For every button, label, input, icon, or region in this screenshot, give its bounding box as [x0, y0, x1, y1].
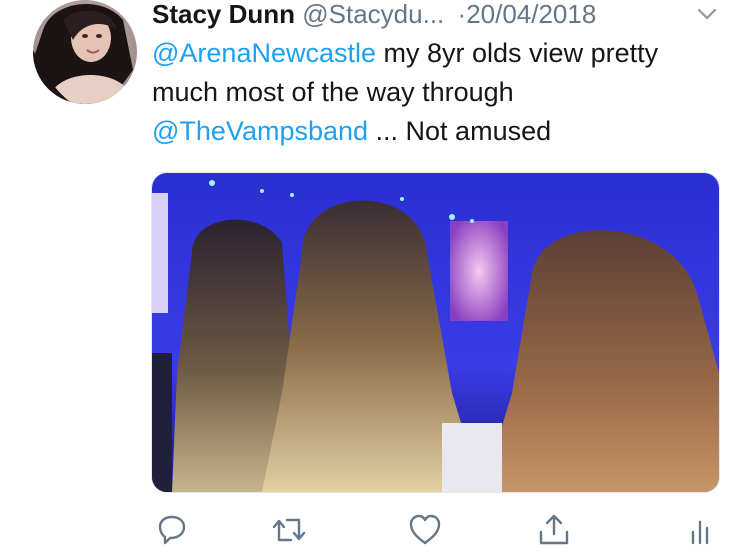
retweet-icon[interactable] [271, 512, 307, 548]
author-handle[interactable]: @Stacydu... [302, 0, 444, 29]
author-name[interactable]: Stacy Dunn [152, 0, 295, 29]
mention-thevampsband[interactable]: @TheVampsband [152, 116, 368, 146]
heart-icon[interactable] [407, 512, 443, 548]
tweet-photo[interactable] [151, 172, 720, 493]
mention-arena-newcastle[interactable]: @ArenaNewcastle [152, 38, 376, 68]
analytics-icon[interactable] [684, 512, 720, 548]
tweet-text-part-2: ... Not amused [368, 116, 552, 146]
chevron-down-icon[interactable] [695, 4, 719, 24]
separator-dot: · [457, 0, 467, 29]
tweet-header: Stacy Dunn @Stacydu... ·20/04/2018 [152, 0, 727, 32]
tweet-date[interactable]: 20/04/2018 [466, 0, 596, 29]
tweet-actions [0, 512, 750, 552]
avatar[interactable] [33, 0, 137, 104]
share-icon[interactable] [536, 512, 572, 548]
tweet-text: @ArenaNewcastle my 8yr olds view pretty … [152, 34, 712, 151]
reply-icon[interactable] [154, 512, 190, 548]
